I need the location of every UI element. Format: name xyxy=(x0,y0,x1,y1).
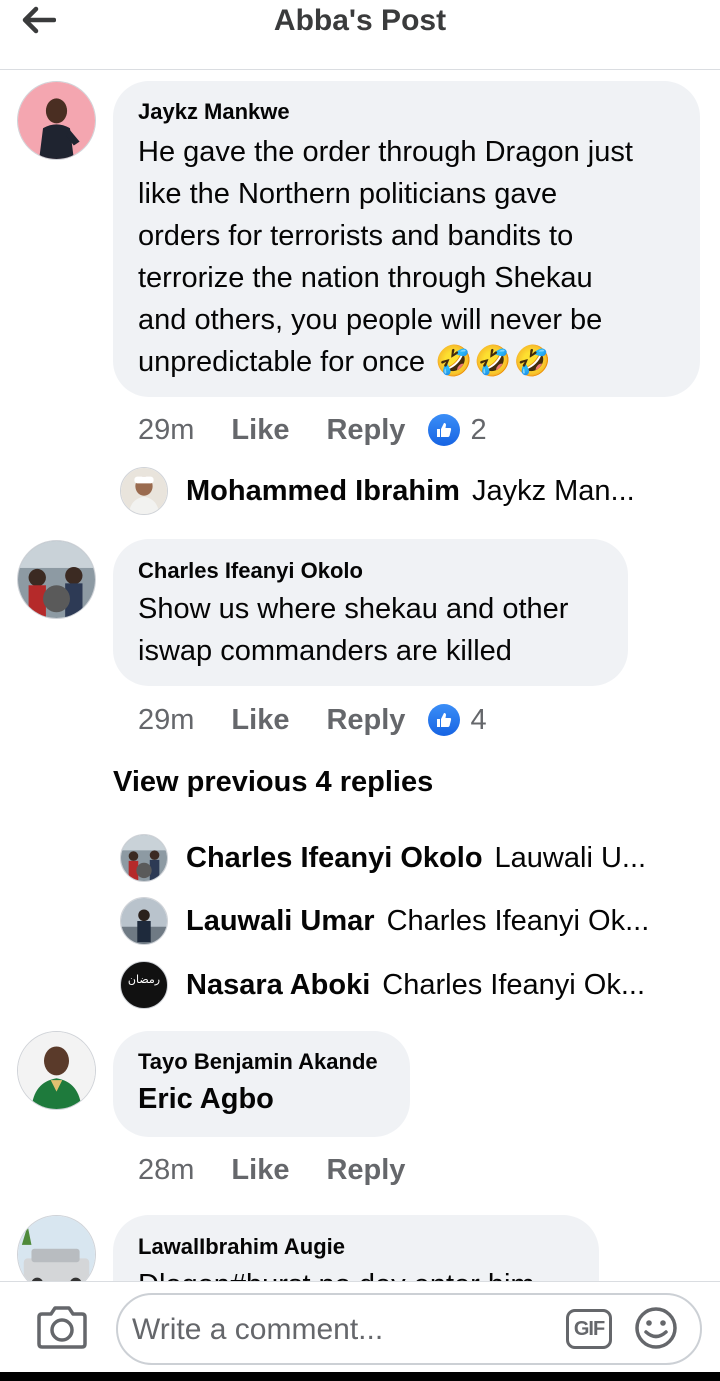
reaction-count-value: 2 xyxy=(470,413,487,446)
comment-actions: 28m Like Reply xyxy=(138,1150,405,1190)
reply-preview[interactable]: Lauwali Umar Charles Ifeanyi Ok... xyxy=(120,895,720,947)
reaction-count[interactable]: 4 xyxy=(428,703,487,737)
smiley-icon xyxy=(635,1307,677,1349)
comment-timestamp: 29m xyxy=(138,413,195,446)
reaction-count-value: 4 xyxy=(470,703,487,736)
like-button[interactable]: Like xyxy=(231,704,289,737)
avatar xyxy=(120,467,168,515)
reply-preview[interactable]: رمضان Nasara Aboki Charles Ifeanyi Ok... xyxy=(120,959,720,1011)
reply-button[interactable]: Reply xyxy=(326,1154,405,1187)
gif-button[interactable]: GIF xyxy=(566,1309,612,1349)
avatar: رمضان xyxy=(120,961,168,1009)
reply-author: Lauwali Umar xyxy=(186,904,375,937)
comment-author[interactable]: Tayo Benjamin Akande xyxy=(138,1049,386,1075)
laughing-emoji-icon: 🤣 xyxy=(434,345,473,378)
avatar-calligraphy: رمضان xyxy=(127,973,161,986)
mention-link[interactable]: Eric Agbo xyxy=(138,1078,386,1120)
laughing-emoji-icon: 🤣 xyxy=(474,345,512,378)
comment-author[interactable]: LawalIbrahim Augie xyxy=(138,1234,575,1260)
page-title: Abba's Post xyxy=(273,4,447,37)
gif-label: GIF xyxy=(573,1317,605,1340)
reply-preview[interactable]: Mohammed Ibrahim Jaykz Man... xyxy=(120,465,720,517)
camera-button[interactable] xyxy=(36,1304,88,1350)
avatar xyxy=(120,834,168,882)
reply-author: Mohammed Ibrahim xyxy=(186,474,460,507)
comment-timestamp: 28m xyxy=(138,1153,195,1186)
comment-text-line: unpredictable for once 🤣 🤣 🤣 xyxy=(138,341,676,383)
comment-text-line: He gave the order through Dragon just xyxy=(138,136,633,168)
comment-bubble: Tayo Benjamin Akande Eric Agbo xyxy=(113,1031,410,1137)
avatar[interactable] xyxy=(17,81,96,160)
comment-bubble: Charles Ifeanyi Okolo Show us where shek… xyxy=(113,539,628,686)
comment-timestamp: 29m xyxy=(138,703,195,736)
like-button[interactable]: Like xyxy=(231,414,289,447)
system-nav-strip xyxy=(0,1372,720,1381)
comment-text-line: like the Northern politicians gave xyxy=(138,178,558,210)
reply-author: Nasara Aboki xyxy=(186,968,371,1001)
reaction-count[interactable]: 2 xyxy=(428,413,487,447)
reply-button[interactable]: Reply xyxy=(326,704,405,737)
view-previous-replies-link[interactable]: View previous 4 replies xyxy=(113,766,433,799)
comment-text-line: and others, you people will never be xyxy=(138,304,603,336)
camera-icon xyxy=(37,1306,87,1349)
emoji-button[interactable] xyxy=(634,1306,678,1350)
comment-text-line: iswap commanders are killed xyxy=(138,635,512,667)
reply-snippet: Charles Ifeanyi Ok... xyxy=(382,968,645,1001)
comment-text-segment: unpredictable for once xyxy=(138,346,425,378)
comment-input[interactable]: Write a comment... GIF xyxy=(116,1293,702,1365)
comment-text-line: orders for terrorists and bandits to xyxy=(138,220,574,252)
comment-author[interactable]: Charles Ifeanyi Okolo xyxy=(138,558,604,584)
reply-snippet: Jaykz Man... xyxy=(471,474,635,507)
laughing-emoji-icon: 🤣 xyxy=(513,345,552,378)
reply-preview[interactable]: Charles Ifeanyi Okolo Lauwali U... xyxy=(120,832,720,884)
comment-actions: 29m Like Reply 4 xyxy=(138,700,487,740)
like-button[interactable]: Like xyxy=(231,1154,289,1187)
reply-button[interactable]: Reply xyxy=(326,414,405,447)
avatar[interactable] xyxy=(17,540,96,619)
comment-actions: 29m Like Reply 2 xyxy=(138,410,487,450)
reply-author: Charles Ifeanyi Okolo xyxy=(186,841,483,874)
comment-text-line: Show us where shekau and other xyxy=(138,593,569,625)
top-bar: Abba's Post xyxy=(0,0,720,70)
comment-composer: Write a comment... GIF xyxy=(0,1281,720,1381)
comment-text-line: terrorize the nation through Shekau xyxy=(138,262,593,294)
reply-snippet: Charles Ifeanyi Ok... xyxy=(386,904,650,937)
comment-author[interactable]: Jaykz Mankwe xyxy=(138,99,676,125)
thumbs-up-icon xyxy=(428,704,461,736)
avatar xyxy=(120,897,168,945)
avatar[interactable] xyxy=(17,1031,96,1110)
thumbs-up-icon xyxy=(428,414,461,446)
reply-snippet: Lauwali U... xyxy=(494,841,647,874)
comment-bubble: Jaykz Mankwe He gave the order through D… xyxy=(113,81,700,397)
comment-input-placeholder: Write a comment... xyxy=(132,1313,384,1346)
